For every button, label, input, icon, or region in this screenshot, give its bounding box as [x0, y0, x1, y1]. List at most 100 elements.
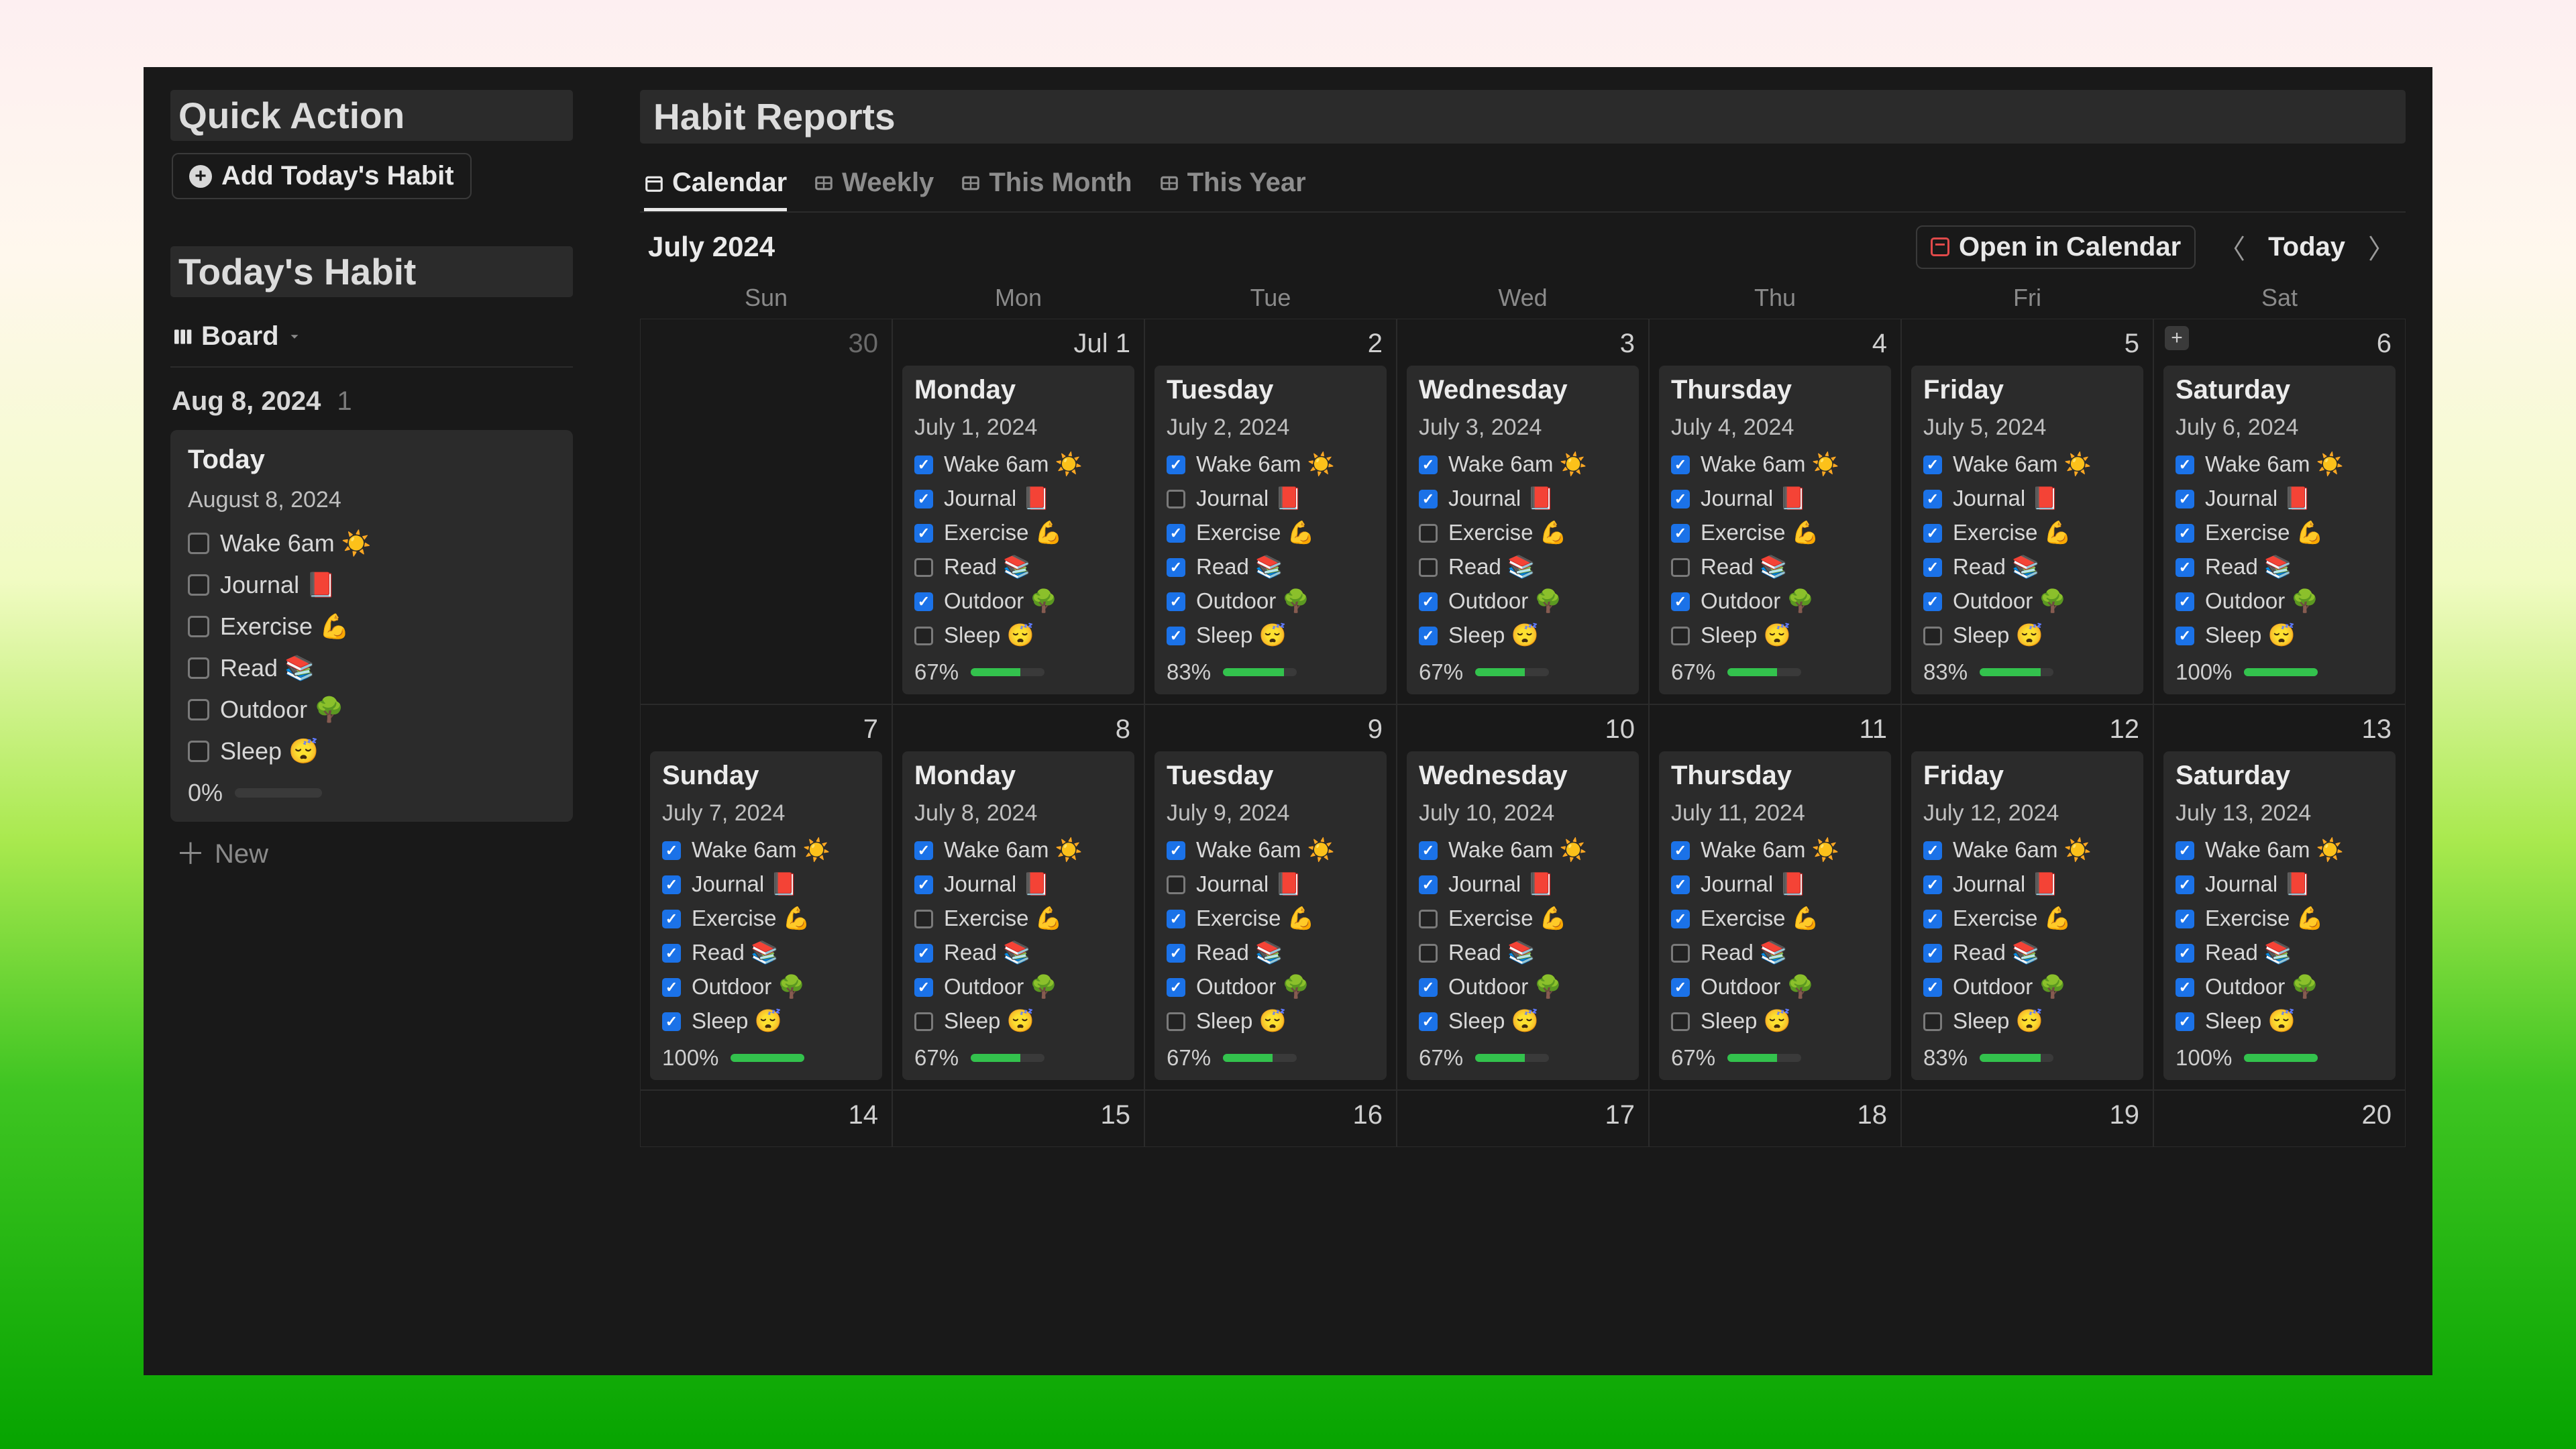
habit-wake[interactable]: ✓Wake 6am ☀️ — [2176, 833, 2383, 867]
habit-read[interactable]: Read 📚 — [1419, 550, 1627, 584]
habit-journal[interactable]: ✓Journal 📕 — [914, 482, 1122, 516]
habit-checkbox[interactable]: ✓ — [1419, 455, 1438, 474]
habit-checkbox[interactable]: ✓ — [1167, 627, 1185, 645]
habit-checkbox[interactable] — [188, 533, 209, 554]
habit-sleep[interactable]: Sleep 😴 — [1167, 1004, 1375, 1038]
habit-checkbox[interactable] — [1419, 910, 1438, 928]
habit-checkbox[interactable]: ✓ — [1923, 558, 1942, 577]
calendar-cell[interactable]: 7SundayJuly 7, 2024✓Wake 6am ☀️✓Journal … — [640, 704, 892, 1090]
habit-checkbox[interactable]: ✓ — [662, 841, 681, 860]
habit-exercise[interactable]: ✓Exercise 💪 — [1923, 902, 2131, 936]
habit-checkbox[interactable]: ✓ — [1923, 455, 1942, 474]
habit-checkbox[interactable]: ✓ — [662, 875, 681, 894]
habit-sleep[interactable]: Sleep 😴 — [188, 731, 555, 772]
tab-calendar[interactable]: Calendar — [644, 161, 787, 211]
habit-checkbox[interactable]: ✓ — [1167, 978, 1185, 997]
habit-wake[interactable]: Wake 6am ☀️ — [188, 523, 555, 564]
habit-checkbox[interactable]: ✓ — [914, 978, 933, 997]
calendar-cell[interactable]: 10WednesdayJuly 10, 2024✓Wake 6am ☀️✓Jou… — [1397, 704, 1649, 1090]
habit-checkbox[interactable] — [188, 657, 209, 679]
day-card[interactable]: TuesdayJuly 2, 2024✓Wake 6am ☀️Journal 📕… — [1155, 366, 1387, 694]
habit-checkbox[interactable]: ✓ — [1923, 841, 1942, 860]
calendar-cell[interactable]: 15 — [892, 1090, 1144, 1147]
habit-exercise[interactable]: ✓Exercise 💪 — [1167, 902, 1375, 936]
habit-sleep[interactable]: ✓Sleep 😴 — [1419, 619, 1627, 653]
calendar-cell[interactable]: 17 — [1397, 1090, 1649, 1147]
habit-exercise[interactable]: Exercise 💪 — [1419, 516, 1627, 550]
habit-outdoor[interactable]: ✓Outdoor 🌳 — [1671, 970, 1879, 1004]
habit-wake[interactable]: ✓Wake 6am ☀️ — [1671, 447, 1879, 482]
calendar-cell[interactable]: 9TuesdayJuly 9, 2024✓Wake 6am ☀️Journal … — [1144, 704, 1397, 1090]
habit-journal[interactable]: ✓Journal 📕 — [914, 867, 1122, 902]
habit-checkbox[interactable] — [1419, 558, 1438, 577]
habit-checkbox[interactable]: ✓ — [1923, 910, 1942, 928]
habit-read[interactable]: ✓Read 📚 — [1923, 550, 2131, 584]
habit-read[interactable]: ✓Read 📚 — [1923, 936, 2131, 970]
habit-journal[interactable]: ✓Journal 📕 — [1923, 482, 2131, 516]
habit-read[interactable]: Read 📚 — [188, 647, 555, 689]
habit-journal[interactable]: ✓Journal 📕 — [2176, 482, 2383, 516]
habit-exercise[interactable]: ✓Exercise 💪 — [2176, 902, 2383, 936]
habit-checkbox[interactable]: ✓ — [2176, 978, 2194, 997]
habit-wake[interactable]: ✓Wake 6am ☀️ — [1167, 833, 1375, 867]
habit-wake[interactable]: ✓Wake 6am ☀️ — [1167, 447, 1375, 482]
day-card[interactable]: SaturdayJuly 6, 2024✓Wake 6am ☀️✓Journal… — [2163, 366, 2396, 694]
habit-checkbox[interactable] — [188, 574, 209, 596]
calendar-cell[interactable]: Jul 1MondayJuly 1, 2024✓Wake 6am ☀️✓Jour… — [892, 319, 1144, 704]
habit-wake[interactable]: ✓Wake 6am ☀️ — [914, 833, 1122, 867]
habit-sleep[interactable]: Sleep 😴 — [914, 1004, 1122, 1038]
habit-checkbox[interactable]: ✓ — [2176, 875, 2194, 894]
habit-read[interactable]: ✓Read 📚 — [1167, 936, 1375, 970]
habit-checkbox[interactable]: ✓ — [1671, 910, 1690, 928]
habit-exercise[interactable]: ✓Exercise 💪 — [1671, 516, 1879, 550]
habit-checkbox[interactable]: ✓ — [1923, 978, 1942, 997]
habit-checkbox[interactable]: ✓ — [1167, 592, 1185, 611]
habit-checkbox[interactable]: ✓ — [1671, 592, 1690, 611]
habit-sleep[interactable]: ✓Sleep 😴 — [2176, 1004, 2383, 1038]
habit-wake[interactable]: ✓Wake 6am ☀️ — [662, 833, 870, 867]
habit-checkbox[interactable] — [1923, 627, 1942, 645]
habit-checkbox[interactable]: ✓ — [1671, 875, 1690, 894]
habit-checkbox[interactable] — [914, 1012, 933, 1031]
habit-exercise[interactable]: Exercise 💪 — [1419, 902, 1627, 936]
day-card[interactable]: MondayJuly 1, 2024✓Wake 6am ☀️✓Journal 📕… — [902, 366, 1134, 694]
day-card[interactable]: ThursdayJuly 11, 2024✓Wake 6am ☀️✓Journa… — [1659, 751, 1891, 1080]
add-event-button[interactable]: + — [2165, 326, 2189, 350]
habit-checkbox[interactable] — [1419, 944, 1438, 963]
next-month-button[interactable]: 〉 — [2361, 225, 2402, 269]
calendar-cell[interactable]: 18 — [1649, 1090, 1901, 1147]
habit-journal[interactable]: Journal 📕 — [1167, 867, 1375, 902]
habit-checkbox[interactable]: ✓ — [2176, 455, 2194, 474]
calendar-cell[interactable]: 12FridayJuly 12, 2024✓Wake 6am ☀️✓Journa… — [1901, 704, 2153, 1090]
habit-checkbox[interactable]: ✓ — [1671, 455, 1690, 474]
habit-checkbox[interactable]: ✓ — [1923, 490, 1942, 508]
habit-checkbox[interactable]: ✓ — [2176, 910, 2194, 928]
habit-checkbox[interactable]: ✓ — [1419, 875, 1438, 894]
habit-wake[interactable]: ✓Wake 6am ☀️ — [1419, 833, 1627, 867]
habit-checkbox[interactable] — [1167, 490, 1185, 508]
habit-journal[interactable]: Journal 📕 — [1167, 482, 1375, 516]
habit-checkbox[interactable] — [1671, 944, 1690, 963]
habit-checkbox[interactable]: ✓ — [1671, 841, 1690, 860]
habit-read[interactable]: Read 📚 — [1671, 550, 1879, 584]
habit-checkbox[interactable] — [1671, 1012, 1690, 1031]
day-card[interactable]: FridayJuly 12, 2024✓Wake 6am ☀️✓Journal … — [1911, 751, 2143, 1080]
calendar-cell[interactable]: 16 — [1144, 1090, 1397, 1147]
habit-checkbox[interactable]: ✓ — [2176, 558, 2194, 577]
habit-checkbox[interactable]: ✓ — [1923, 524, 1942, 543]
habit-journal[interactable]: Journal 📕 — [188, 564, 555, 606]
today-button[interactable]: Today — [2268, 232, 2345, 262]
habit-checkbox[interactable] — [1419, 524, 1438, 543]
day-card[interactable]: ThursdayJuly 4, 2024✓Wake 6am ☀️✓Journal… — [1659, 366, 1891, 694]
habit-checkbox[interactable] — [188, 699, 209, 720]
habit-outdoor[interactable]: ✓Outdoor 🌳 — [914, 584, 1122, 619]
habit-outdoor[interactable]: ✓Outdoor 🌳 — [1923, 584, 2131, 619]
habit-read[interactable]: ✓Read 📚 — [2176, 550, 2383, 584]
calendar-cell[interactable]: 3WednesdayJuly 3, 2024✓Wake 6am ☀️✓Journ… — [1397, 319, 1649, 704]
habit-journal[interactable]: ✓Journal 📕 — [1923, 867, 2131, 902]
calendar-cell[interactable]: 8MondayJuly 8, 2024✓Wake 6am ☀️✓Journal … — [892, 704, 1144, 1090]
habit-exercise[interactable]: Exercise 💪 — [188, 606, 555, 647]
calendar-cell[interactable]: 20 — [2153, 1090, 2406, 1147]
habit-checkbox[interactable]: ✓ — [1167, 524, 1185, 543]
habit-checkbox[interactable]: ✓ — [2176, 490, 2194, 508]
